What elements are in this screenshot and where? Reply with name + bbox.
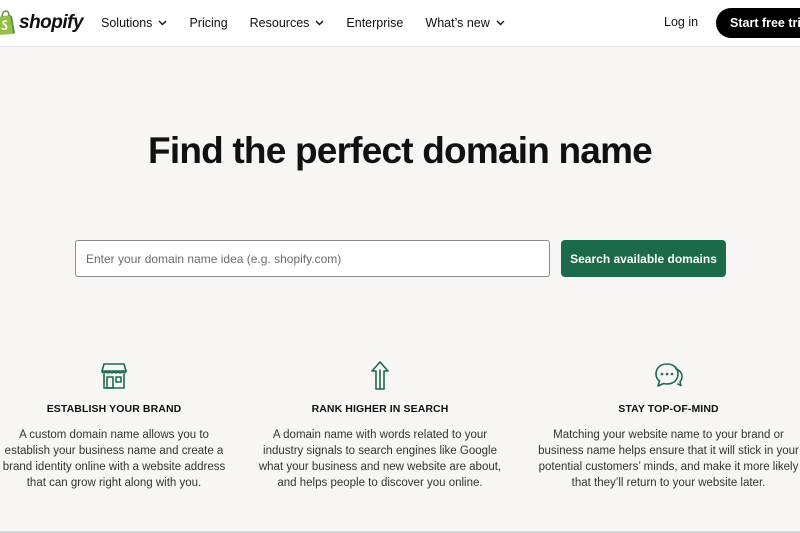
login-link[interactable]: Log in <box>664 15 698 29</box>
nav-item-label: What’s new <box>425 16 490 30</box>
shopify-logo[interactable]: shopify <box>0 9 84 37</box>
nav-item-label: Pricing <box>189 16 228 30</box>
start-free-trial-button[interactable]: Start free trial <box>716 8 800 38</box>
page: shopify Solutions Pricing Resources Ente… <box>0 0 800 533</box>
domain-search-input[interactable] <box>75 240 550 277</box>
nav-item-pricing[interactable]: Pricing <box>189 16 227 30</box>
nav-item-solutions[interactable]: Solutions <box>101 16 167 30</box>
logo-text: shopify <box>19 12 84 33</box>
storefront-icon <box>101 363 127 389</box>
top-nav: shopify Solutions Pricing Resources Ente… <box>0 0 800 47</box>
search-domains-button[interactable]: Search available domains <box>561 240 726 277</box>
nav-item-enterprise[interactable]: Enterprise <box>346 16 403 30</box>
chevron-down-icon <box>158 20 167 26</box>
feature-title: STAY TOP-OF-MIND <box>618 403 719 415</box>
shopping-bag-icon <box>0 10 15 35</box>
nav-item-resources[interactable]: Resources <box>250 16 325 30</box>
feature-establish-brand: ESTABLISH YOUR BRAND A custom domain nam… <box>0 360 228 491</box>
nav-item-label: Solutions <box>101 16 153 30</box>
nav-item-label: Enterprise <box>346 16 404 30</box>
page-title: Find the perfect domain name <box>148 130 653 171</box>
arrow-up-icon <box>371 361 389 390</box>
feature-description: Matching your website name to your brand… <box>538 429 799 489</box>
feature-description: A custom domain name allows you to estab… <box>2 429 226 489</box>
nav-links: Solutions Pricing Resources Enterprise W… <box>101 0 527 46</box>
feature-stay-top-of-mind: STAY TOP-OF-MIND Matching your website n… <box>537 360 800 491</box>
chevron-down-icon <box>496 20 505 26</box>
nav-item-whats-new[interactable]: What’s new <box>425 16 505 30</box>
feature-description: A domain name with words related to your… <box>258 429 502 489</box>
feature-title: ESTABLISH YOUR BRAND <box>46 403 182 415</box>
feature-rank-higher: RANK HIGHER IN SEARCH A domain name with… <box>252 360 508 491</box>
chevron-down-icon <box>315 20 324 26</box>
chat-bubbles-icon <box>654 363 683 387</box>
feature-title: RANK HIGHER IN SEARCH <box>311 403 449 415</box>
nav-item-label: Resources <box>249 16 310 30</box>
